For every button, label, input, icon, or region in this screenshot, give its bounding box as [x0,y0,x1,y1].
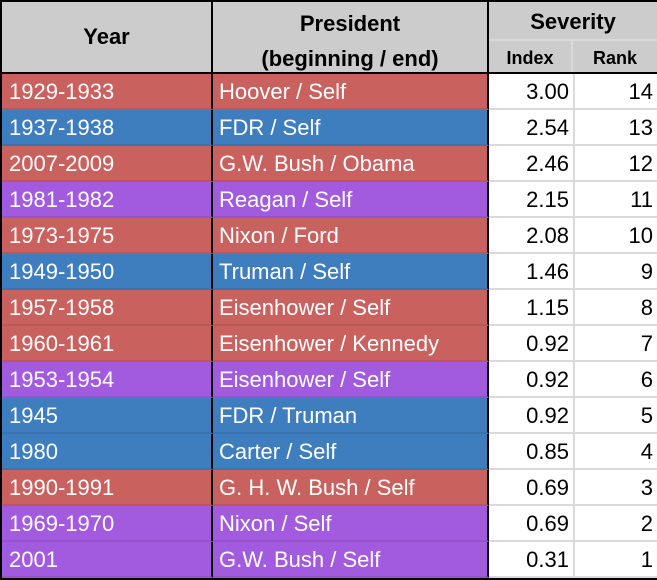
rank-cell: 8 [575,290,657,326]
header-president-label: President [299,11,401,36]
table-row: 2001 G.W. Bush / Self 0.31 1 [2,542,657,578]
rank-cell: 1 [575,542,657,578]
index-cell: 0.92 [489,398,575,434]
rank-cell: 10 [575,218,657,254]
rank-cell: 13 [575,110,657,146]
rank-cell: 5 [575,398,657,434]
header-index-label: Index [489,41,573,72]
president-cell: G. H. W. Bush / Self [213,470,489,506]
header-president: President (beginning / end) [213,2,489,72]
table-row: 1949-1950 Truman / Self 1.46 9 [2,254,657,290]
year-cell: 1957-1958 [2,290,213,326]
rank-cell: 7 [575,326,657,362]
index-cell: 2.54 [489,110,575,146]
index-cell: 2.46 [489,146,575,182]
rank-cell: 14 [575,74,657,110]
table-row: 1945 FDR / Truman 0.92 5 [2,398,657,434]
president-cell: FDR / Self [213,110,489,146]
year-cell: 1981-1982 [2,182,213,218]
rank-cell: 6 [575,362,657,398]
rank-cell: 4 [575,434,657,470]
header-severity-label: Severity [489,2,657,41]
president-cell: Hoover / Self [213,74,489,110]
index-cell: 2.08 [489,218,575,254]
index-cell: 0.92 [489,362,575,398]
index-cell: 2.15 [489,182,575,218]
header-year: Year [2,2,213,72]
index-cell: 0.31 [489,542,575,578]
year-cell: 1945 [2,398,213,434]
header-year-label: Year [83,24,130,49]
index-cell: 0.92 [489,326,575,362]
president-cell: Eisenhower / Self [213,290,489,326]
year-cell: 1949-1950 [2,254,213,290]
year-cell: 1937-1938 [2,110,213,146]
president-cell: Nixon / Ford [213,218,489,254]
year-cell: 1990-1991 [2,470,213,506]
president-cell: G.W. Bush / Self [213,542,489,578]
year-cell: 1960-1961 [2,326,213,362]
year-cell: 1969-1970 [2,506,213,542]
president-cell: G.W. Bush / Obama [213,146,489,182]
year-cell: 1980 [2,434,213,470]
rank-cell: 3 [575,470,657,506]
table-row: 1990-1991 G. H. W. Bush / Self 0.69 3 [2,470,657,506]
table-row: 1937-1938 FDR / Self 2.54 13 [2,110,657,146]
header-president-sublabel: (beginning / end) [261,46,439,71]
president-cell: Eisenhower / Kennedy [213,326,489,362]
president-cell: Eisenhower / Self [213,362,489,398]
year-cell: 2001 [2,542,213,578]
president-cell: Reagan / Self [213,182,489,218]
index-cell: 1.15 [489,290,575,326]
president-cell: Nixon / Self [213,506,489,542]
year-cell: 1929-1933 [2,74,213,110]
index-cell: 0.69 [489,470,575,506]
rank-cell: 9 [575,254,657,290]
rank-cell: 11 [575,182,657,218]
index-cell: 0.69 [489,506,575,542]
table-row: 1960-1961 Eisenhower / Kennedy 0.92 7 [2,326,657,362]
rank-cell: 12 [575,146,657,182]
index-cell: 3.00 [489,74,575,110]
header-severity: Severity Index Rank [489,2,657,72]
recession-severity-table: Year President (beginning / end) Severit… [0,0,657,580]
table-row: 1953-1954 Eisenhower / Self 0.92 6 [2,362,657,398]
index-cell: 0.85 [489,434,575,470]
year-cell: 1953-1954 [2,362,213,398]
table-row: 1973-1975 Nixon / Ford 2.08 10 [2,218,657,254]
year-cell: 2007-2009 [2,146,213,182]
table-row: 1981-1982 Reagan / Self 2.15 11 [2,182,657,218]
table-row: 1980 Carter / Self 0.85 4 [2,434,657,470]
table-body: 1929-1933 Hoover / Self 3.00 14 1937-1938 FDR… [2,74,657,578]
header-rank-label: Rank [592,48,637,68]
table-row: 2007-2009 G.W. Bush / Obama 2.46 12 [2,146,657,182]
table-row: 1957-1958 Eisenhower / Self 1.15 8 [2,290,657,326]
year-cell: 1973-1975 [2,218,213,254]
president-cell: Carter / Self [213,434,489,470]
president-cell: Truman / Self [213,254,489,290]
rank-cell: 2 [575,506,657,542]
table-row: 1969-1970 Nixon / Self 0.69 2 [2,506,657,542]
index-cell: 1.46 [489,254,575,290]
president-cell: FDR / Truman [213,398,489,434]
table-row: 1929-1933 Hoover / Self 3.00 14 [2,74,657,110]
